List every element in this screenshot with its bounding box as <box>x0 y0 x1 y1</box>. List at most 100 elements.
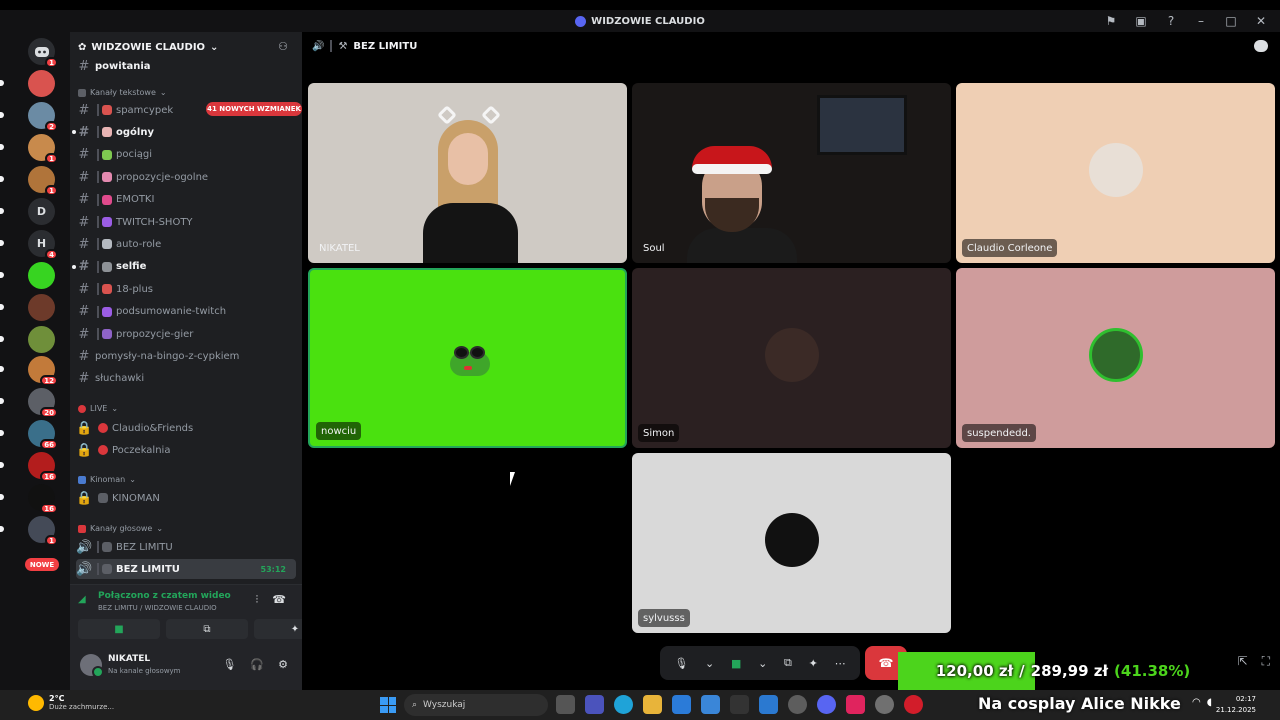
settings-icon[interactable] <box>875 695 894 714</box>
screen-share-button[interactable]: ⧉ <box>166 619 248 639</box>
app-icon[interactable] <box>730 695 749 714</box>
task-view-icon[interactable] <box>556 695 575 714</box>
microphone-icon[interactable]: 🎙 <box>674 657 688 670</box>
server-icon[interactable]: 1 <box>28 166 58 196</box>
server-icon[interactable] <box>28 70 55 97</box>
unread-indicator <box>0 176 4 182</box>
voice-location[interactable]: BEZ LIMITU / WIDZOWIE CLAUDIO <box>98 604 217 612</box>
noise-suppression-icon[interactable]: ⫶ <box>256 593 259 607</box>
opera-icon[interactable] <box>904 695 923 714</box>
teams-icon[interactable] <box>585 695 604 714</box>
popout-icon[interactable]: ⇱ <box>1238 654 1248 669</box>
taskbar-search[interactable]: ⌕ Wyszukaj <box>404 694 548 716</box>
weather-widget[interactable]: 2°C Duże zachmurze... <box>28 694 114 711</box>
channel-item-live-1[interactable]: 🔒 Poczekalnia <box>76 440 296 460</box>
app-icon[interactable] <box>759 695 778 714</box>
channel-item[interactable]: # pomysły-na-bingo-z-cypkiem <box>76 346 296 366</box>
channel-item[interactable]: # podsumowanie-twitch <box>76 302 296 322</box>
camera-icon[interactable]: ■ <box>731 657 741 670</box>
signal-icon[interactable]: ◢ <box>78 594 86 605</box>
add-user-icon[interactable]: ⚇ <box>278 40 288 53</box>
channel-item[interactable]: # słuchawki <box>76 369 296 389</box>
volume-icon[interactable]: ◖ <box>1207 697 1212 708</box>
settings-gear-icon[interactable]: ⚙ <box>278 658 288 671</box>
channel-item[interactable]: # pociągi <box>76 145 296 165</box>
channel-item[interactable]: # auto-role <box>76 234 296 254</box>
server-icon[interactable]: D <box>28 198 55 225</box>
channel-item-kinoman[interactable]: 🔒 KINOMAN <box>76 488 296 508</box>
edge-icon[interactable] <box>614 695 633 714</box>
server-icon[interactable]: 66 <box>28 420 58 450</box>
participant-tile[interactable]: suspendedd. <box>956 268 1275 448</box>
obs-icon[interactable] <box>788 695 807 714</box>
microphone-icon[interactable]: 🎙 <box>222 658 236 671</box>
fullscreen-icon[interactable]: ⛶ <box>1262 654 1270 669</box>
disconnect-icon[interactable]: ☎ <box>272 593 286 607</box>
camera-button[interactable]: ■ <box>78 619 160 639</box>
server-icon[interactable]: 1 <box>28 134 58 164</box>
store-icon[interactable] <box>672 695 691 714</box>
discord-home-icon[interactable]: 1 <box>28 38 58 68</box>
channel-item[interactable]: # EMOTKI <box>76 190 296 210</box>
close-icon[interactable]: ✕ <box>1252 12 1270 30</box>
inbox-icon[interactable]: ▣ <box>1132 12 1150 30</box>
participant-tile[interactable]: NIKATEL <box>308 83 627 263</box>
flag-icon[interactable]: ⚑ <box>1102 12 1120 30</box>
mail-icon[interactable] <box>701 695 720 714</box>
server-icon[interactable]: 16 <box>28 452 58 482</box>
participant-tile[interactable]: nowciu <box>308 268 627 448</box>
category-voice[interactable]: Kanały głosowe ⌄ <box>78 524 163 533</box>
windows-start-icon[interactable] <box>380 697 396 713</box>
discord-app: WIDZOWIE CLAUDIO ⚑ ▣ ? – □ ✕ 1 2 1 1 D H 4 12 2… <box>0 0 1280 690</box>
participant-tile[interactable]: Soul <box>632 83 951 263</box>
channel-item[interactable]: #18-plus <box>76 279 296 299</box>
server-icon[interactable] <box>28 326 55 353</box>
channel-item[interactable]: # TWITCH-SHOTY <box>76 212 296 232</box>
unread-badge: 1 <box>45 153 58 164</box>
voice-channel-1-active[interactable]: 🔊 BEZ LIMITU 53:12 <box>76 559 296 579</box>
avatar[interactable] <box>80 654 104 678</box>
screen-share-icon[interactable]: ⧉ <box>784 656 792 670</box>
participant-tile[interactable]: Claudio Corleone <box>956 83 1275 263</box>
server-icon[interactable]: 12 <box>28 356 58 386</box>
channel-item[interactable]: # spamcypek <box>76 100 296 120</box>
server-icon[interactable]: 2 <box>28 102 58 132</box>
maximize-icon[interactable]: □ <box>1222 12 1240 30</box>
server-icon[interactable] <box>28 262 55 289</box>
tiktok-icon[interactable] <box>846 695 865 714</box>
help-icon[interactable]: ? <box>1162 12 1180 30</box>
headphones-icon[interactable]: 🎧 <box>250 658 264 671</box>
channel-emoji-icon <box>102 172 112 183</box>
server-icon[interactable]: 16 <box>28 484 58 514</box>
channel-item[interactable]: # propozycje-gier <box>76 324 296 344</box>
discord-icon[interactable] <box>817 695 836 714</box>
category-kinoman[interactable]: Kinoman ⌄ <box>78 475 136 484</box>
new-unreads-pill[interactable]: NOWE <box>25 558 59 571</box>
server-icon[interactable]: 1 <box>28 516 58 546</box>
channel-item[interactable]: # selfie <box>72 257 296 277</box>
server-icon[interactable] <box>28 294 55 321</box>
minimize-icon[interactable]: – <box>1192 12 1210 30</box>
voice-status[interactable]: Połączono z czatem wideo <box>98 591 231 601</box>
file-explorer-icon[interactable] <box>643 695 662 714</box>
chat-bubble-icon[interactable] <box>1254 40 1268 52</box>
server-icon[interactable]: H4 <box>28 230 58 260</box>
chevron-down-icon[interactable]: ⌄ <box>758 657 767 670</box>
channel-item-live-0[interactable]: 🔒 Claudio&Friends <box>76 418 296 438</box>
participant-tile[interactable]: Simon <box>632 268 951 448</box>
channel-label: TWITCH-SHOTY <box>116 216 193 228</box>
wifi-icon[interactable]: ◠ <box>1192 697 1201 708</box>
activities-icon[interactable]: ✦ <box>809 657 818 670</box>
voice-channel-0[interactable]: 🔊 BEZ LIMITU <box>76 537 296 557</box>
clock[interactable]: 02:17 21.12.2025 <box>1216 694 1256 716</box>
chevron-down-icon[interactable]: ⌄ <box>705 657 714 670</box>
server-icon[interactable]: 20 <box>28 388 58 418</box>
category-text[interactable]: Kanały tekstowe ⌄ <box>78 88 167 97</box>
participant-tile[interactable]: sylvusss <box>632 453 951 633</box>
more-options-icon[interactable]: ⋯ <box>835 657 846 670</box>
channel-item[interactable]: # propozycje-ogolne <box>76 167 296 187</box>
channel-item-partial[interactable]: # powitania <box>76 56 296 76</box>
channel-item[interactable]: # ogólny <box>72 122 296 142</box>
category-live[interactable]: LIVE ⌄ <box>78 404 118 413</box>
user-name[interactable]: NIKATEL <box>108 654 150 664</box>
